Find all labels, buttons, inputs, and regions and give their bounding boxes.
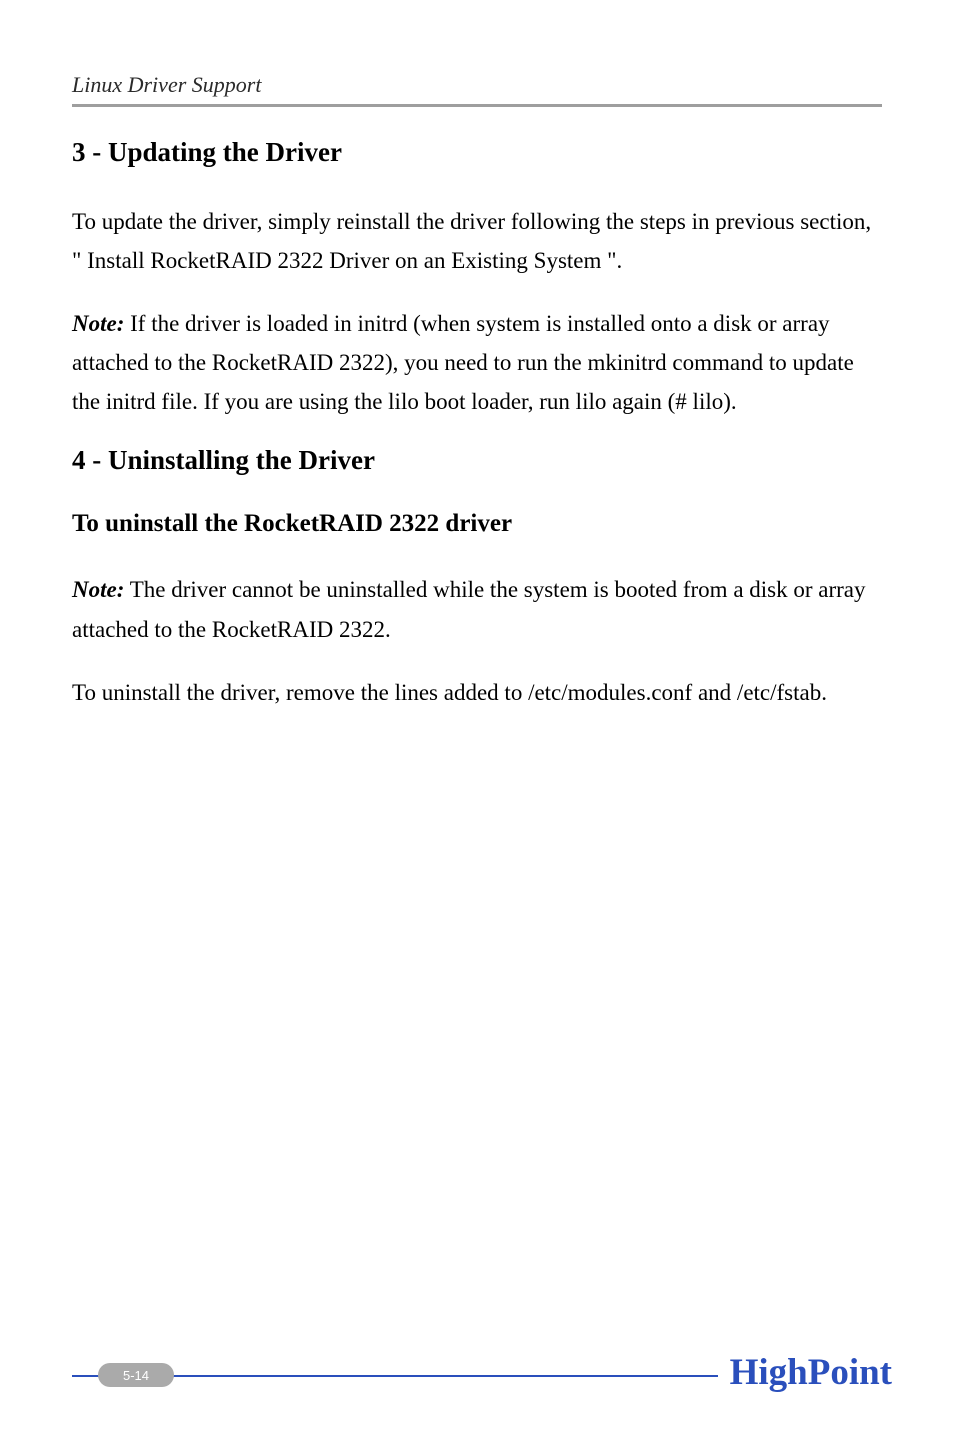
page: Linux Driver Support 3 - Updating the Dr… [0, 0, 954, 1432]
note-label: Note: [72, 577, 124, 602]
page-number: 5-14 [123, 1368, 149, 1383]
section-4-title: 4 - Uninstalling the Driver [72, 445, 882, 476]
section-4-note: Note: The driver cannot be uninstalled w… [72, 570, 882, 648]
page-number-badge: 5-14 [98, 1363, 174, 1387]
highpoint-logo: HighPoint [718, 1351, 892, 1394]
header-title: Linux Driver Support [72, 72, 261, 97]
section-3-note: Note: If the driver is loaded in initrd … [72, 304, 882, 421]
section-4-subtitle: To uninstall the RocketRAID 2322 driver [72, 510, 882, 538]
header-divider [72, 104, 882, 107]
page-footer: 5-14 HighPoint [72, 1358, 882, 1392]
note-text: The driver cannot be uninstalled while t… [72, 577, 866, 641]
note-text: If the driver is loaded in initrd (when … [72, 311, 854, 414]
note-label: Note: [72, 311, 124, 336]
page-header: Linux Driver Support [72, 72, 882, 107]
section-4-paragraph-1: To uninstall the driver, remove the line… [72, 673, 882, 712]
section-3-paragraph-1: To update the driver, simply reinstall t… [72, 202, 882, 280]
section-3-title: 3 - Updating the Driver [72, 137, 882, 168]
